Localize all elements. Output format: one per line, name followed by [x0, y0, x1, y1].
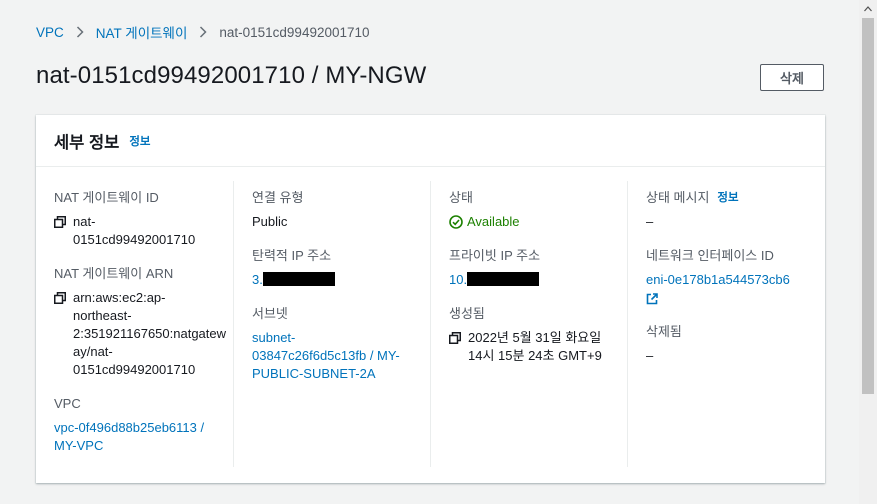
elastic-ip-link[interactable]: 3. — [252, 271, 420, 289]
created-field: 생성됨 2022년 5월 31일 화요일 14시 15분 24초 GMT+9 — [449, 305, 617, 365]
state-value: Available — [449, 213, 617, 231]
nat-arn-line: northeast- — [73, 308, 132, 323]
breadcrumb-current: nat-0151cd99492001710 — [219, 24, 370, 40]
breadcrumb: VPC NAT 게이트웨이 nat-0151cd99492001710 — [36, 22, 370, 42]
subnet-link-line: subnet- — [252, 330, 296, 345]
private-ip-label: 프라이빗 IP 주소 — [449, 248, 541, 263]
subnet-link-line: PUBLIC-SUBNET-2A — [252, 366, 376, 381]
nat-arn-value: arn:aws:ec2:ap- northeast- 2:35192116765… — [54, 289, 227, 379]
elastic-ip-field: 탄력적 IP 주소 3. — [252, 247, 420, 289]
details-column-1: NAT 게이트웨이 ID nat- 0151cd99492001710 NAT … — [36, 181, 234, 467]
eni-field: 네트워크 인터페이스 ID eni-0e178b1a544573cb6 — [646, 247, 815, 310]
external-link-icon[interactable] — [646, 293, 658, 305]
private-ip-prefix: 10. — [449, 272, 468, 287]
copy-icon[interactable] — [449, 329, 463, 347]
nat-arn-line: ay/nat- — [73, 344, 113, 359]
nat-arn-line: 0151cd99492001710 — [73, 362, 196, 377]
chevron-right-icon — [76, 26, 84, 38]
redacted-block — [467, 272, 540, 286]
eni-link[interactable]: eni-0e178b1a544573cb6 — [646, 271, 815, 289]
state-message-value: – — [646, 214, 654, 229]
delete-button[interactable]: 삭제 — [760, 64, 824, 91]
connectivity-label: 연결 유형 — [252, 190, 304, 205]
scroll-up-arrow-icon[interactable] — [862, 4, 874, 14]
deleted-label: 삭제됨 — [646, 324, 682, 339]
created-value: 2022년 5월 31일 화요일 14시 15분 24초 GMT+9 — [449, 329, 617, 365]
page-title: nat-0151cd99492001710 / MY-NGW — [36, 62, 427, 89]
eni-label: 네트워크 인터페이스 ID — [646, 248, 774, 263]
vpc-label: VPC — [54, 396, 81, 411]
details-columns: NAT 게이트웨이 ID nat- 0151cd99492001710 NAT … — [36, 167, 825, 483]
details-info-link[interactable]: 정보 — [129, 133, 150, 149]
state-message-field: 상태 메시지 정보 – — [646, 189, 815, 231]
nat-id-value: nat- 0151cd99492001710 — [54, 213, 223, 249]
panel-header: 세부 정보 정보 — [36, 115, 825, 167]
private-ip-field: 프라이빗 IP 주소 10. — [449, 247, 617, 289]
panel-title: 세부 정보 — [54, 133, 120, 152]
breadcrumb-vpc-link[interactable]: VPC — [36, 25, 64, 40]
chevron-right-icon — [199, 26, 207, 38]
subnet-label: 서브넷 — [252, 306, 288, 321]
created-line: 14시 15분 24초 GMT+9 — [468, 348, 602, 363]
state-text: Available — [467, 214, 520, 229]
created-label: 생성됨 — [449, 306, 485, 321]
vpc-link-line: vpc-0f496d88b25eb6113 / — [54, 420, 205, 435]
elastic-ip-label: 탄력적 IP 주소 — [252, 248, 332, 263]
nat-arn-label: NAT 게이트웨이 ARN — [54, 266, 174, 281]
vpc-link[interactable]: vpc-0f496d88b25eb6113 / MY-VPC — [54, 419, 223, 455]
success-check-icon — [449, 215, 463, 229]
subnet-field: 서브넷 subnet- 03847c26f6d5c13fb / MY- PUBL… — [252, 305, 420, 383]
state-field: 상태 Available — [449, 189, 617, 231]
eni-value: eni-0e178b1a544573cb6 — [646, 271, 815, 310]
nat-arn-field: NAT 게이트웨이 ARN arn:aws:ec2:ap- northeast-… — [54, 265, 227, 379]
deleted-value: – — [646, 348, 654, 363]
details-column-2: 연결 유형 Public 탄력적 IP 주소 3. 서브넷 subnet- 03… — [234, 181, 431, 467]
nat-id-label: NAT 게이트웨이 ID — [54, 190, 159, 205]
details-column-4: 상태 메시지 정보 – 네트워크 인터페이스 ID eni-0e178b1a54… — [628, 181, 825, 467]
nat-arn-line: 2:351921167650:natgatew — [73, 326, 227, 341]
breadcrumb-nat-gateways-link[interactable]: NAT 게이트웨이 — [96, 22, 188, 42]
copy-icon[interactable] — [54, 213, 68, 231]
subnet-link-line: 03847c26f6d5c13fb / MY- — [252, 348, 400, 363]
subnet-link[interactable]: subnet- 03847c26f6d5c13fb / MY- PUBLIC-S… — [252, 329, 420, 383]
redacted-block — [262, 272, 335, 286]
private-ip-link[interactable]: 10. — [449, 271, 617, 289]
state-message-label: 상태 메시지 정보 — [646, 189, 815, 207]
scrollbar-thumb[interactable] — [862, 18, 874, 394]
nat-arn-line: arn:aws:ec2:ap- — [73, 290, 166, 305]
connectivity-field: 연결 유형 Public — [252, 189, 420, 231]
state-message-info-link[interactable]: 정보 — [717, 189, 738, 207]
nat-id-line: 0151cd99492001710 — [73, 232, 196, 247]
vpc-link-line: MY-VPC — [54, 438, 104, 453]
nat-id-field: NAT 게이트웨이 ID nat- 0151cd99492001710 — [54, 189, 223, 249]
nat-id-line: nat- — [73, 214, 96, 229]
connectivity-value: Public — [252, 214, 288, 229]
state-message-label-text: 상태 메시지 — [646, 190, 710, 205]
state-label: 상태 — [449, 190, 473, 205]
details-panel: 세부 정보 정보 NAT 게이트웨이 ID nat- 0151cd9949200… — [36, 115, 825, 483]
deleted-field: 삭제됨 – — [646, 323, 815, 365]
copy-icon[interactable] — [54, 289, 68, 307]
details-column-3: 상태 Available 프라이빗 IP 주소 10. 생성됨 2022년 5월… — [431, 181, 628, 467]
vpc-field: VPC vpc-0f496d88b25eb6113 / MY-VPC — [54, 395, 223, 455]
elastic-ip-prefix: 3. — [252, 272, 263, 287]
created-line: 2022년 5월 31일 화요일 — [468, 330, 602, 345]
